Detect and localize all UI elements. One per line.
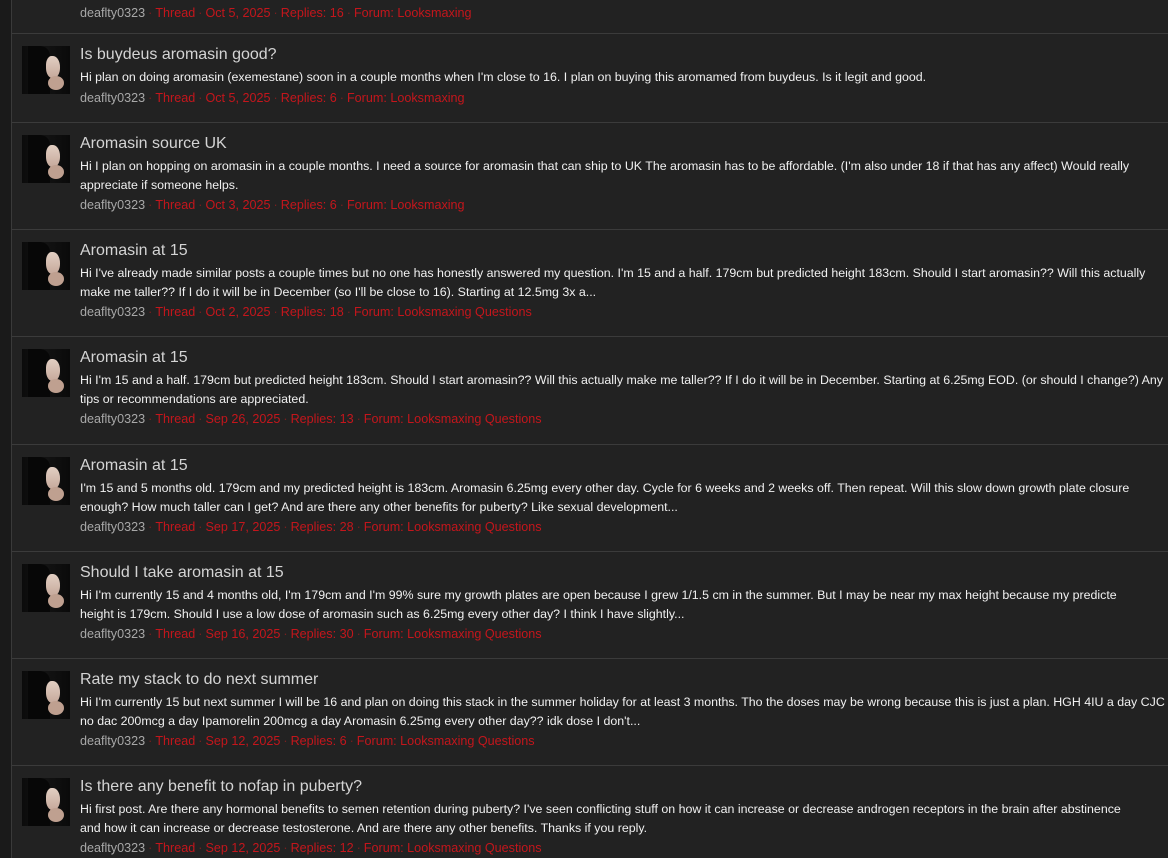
snippet-line: Hi I'm currently 15 and 4 months old, I'… xyxy=(80,588,1117,602)
post-date: Oct 2, 2025 xyxy=(205,305,271,319)
content-type: Thread xyxy=(155,90,196,105)
content-type: Thread xyxy=(155,198,196,212)
forum-link[interactable]: Forum: Looksmaxing xyxy=(347,91,465,105)
author-link[interactable]: deaflty0323 xyxy=(80,198,145,212)
search-results-list: deaflty0323 · Thread · Oct 5, 2025 · Replies: … xyxy=(12,0,1168,858)
result-snippet: Hi I'm currently 15 but next summer I wi… xyxy=(80,695,1165,728)
result-item: Aromasin at 15 Hi I'm 15 and a half. 179… xyxy=(12,337,1168,445)
result-snippet: Hi I've already made similar posts a cou… xyxy=(80,266,1146,299)
result-meta: deaflty0323 · Thread · Oct 3, 2025 · Replies: … xyxy=(80,198,465,212)
author-link[interactable]: deaflty0323 xyxy=(80,412,145,426)
left-gutter xyxy=(0,0,12,858)
author-link[interactable]: deaflty0323 xyxy=(80,734,145,748)
avatar[interactable] xyxy=(22,242,70,290)
result-item: Rate my stack to do next summer Hi I'm c… xyxy=(12,659,1168,766)
author-link[interactable]: deaflty0323 xyxy=(80,520,145,534)
result-snippet: Hi plan on doing aromasin (exemestane) s… xyxy=(80,70,927,84)
reply-count: Replies: 18 xyxy=(280,305,344,319)
forum-link[interactable]: Forum: Looksmaxing Questions xyxy=(364,520,542,534)
result-meta: deaflty0323 · Thread · Sep 26, 2025 · Replies:… xyxy=(80,412,542,426)
post-date: Oct 5, 2025 xyxy=(205,6,271,20)
result-item: Is there any benefit to nofap in puberty… xyxy=(12,766,1168,858)
avatar[interactable] xyxy=(22,778,70,826)
author-link[interactable]: deaflty0323 xyxy=(80,91,145,105)
reply-count: Replies: 30 xyxy=(290,627,354,641)
result-meta: deaflty0323 · Thread · Oct 5, 2025 · Replies: … xyxy=(80,6,472,20)
result-item: Should I take aromasin at 15 Hi I'm curr… xyxy=(12,552,1168,659)
snippet-line: Hi first post. Are there any hormonal be… xyxy=(80,802,1121,816)
result-snippet: I'm 15 and 5 months old. 179cm and my pr… xyxy=(80,481,1130,514)
content-type: Thread xyxy=(155,734,196,748)
result-meta: deaflty0323 · Thread · Oct 5, 2025 · Replies: … xyxy=(80,90,465,105)
author-link[interactable]: deaflty0323 xyxy=(80,841,145,855)
snippet-line: height is 179cm. Should I use a low dose… xyxy=(80,606,685,621)
result-item: deaflty0323 · Thread · Oct 5, 2025 · Replies: … xyxy=(12,0,1168,34)
reply-count: Replies: 6 xyxy=(290,734,347,748)
forum-link[interactable]: Forum: Looksmaxing Questions xyxy=(364,412,542,426)
content-type: Thread xyxy=(155,841,196,855)
post-date: Sep 12, 2025 xyxy=(205,734,281,748)
result-title[interactable]: Is there any benefit to nofap in puberty… xyxy=(80,777,1168,797)
avatar[interactable] xyxy=(22,135,70,183)
result-item: Aromasin at 15 Hi I've already made simi… xyxy=(12,230,1168,337)
forum-link[interactable]: Forum: Looksmaxing xyxy=(354,6,472,20)
result-title[interactable]: Aromasin at 15 xyxy=(80,456,1168,476)
forum-link[interactable]: Forum: Looksmaxing Questions xyxy=(364,627,542,641)
content-type: Thread xyxy=(155,520,196,534)
content-type: Thread xyxy=(155,627,196,641)
author-link[interactable]: deaflty0323 xyxy=(80,627,145,641)
content-type: Thread xyxy=(155,412,196,426)
content-type: Thread xyxy=(155,305,196,319)
result-item: Aromasin source UK Hi I plan on hopping … xyxy=(12,123,1168,230)
result-title[interactable]: Aromasin source UK xyxy=(80,134,1168,154)
reply-count: Replies: 12 xyxy=(290,841,354,855)
result-item: Aromasin at 15 I'm 15 and 5 months old. … xyxy=(12,445,1168,552)
result-meta: deaflty0323 · Thread · Oct 2, 2025 · Replies: … xyxy=(80,305,532,319)
forum-link[interactable]: Forum: Looksmaxing Questions xyxy=(357,734,535,748)
post-date: Oct 5, 2025 xyxy=(205,90,271,105)
result-meta: deaflty0323 · Thread · Sep 12, 2025 · Replies:… xyxy=(80,841,542,855)
forum-link[interactable]: Forum: Looksmaxing xyxy=(347,198,465,212)
avatar[interactable] xyxy=(22,564,70,612)
avatar[interactable] xyxy=(22,671,70,719)
forum-link[interactable]: Forum: Looksmaxing Questions xyxy=(364,841,542,855)
reply-count: Replies: 13 xyxy=(290,412,354,426)
reply-count: Replies: 6 xyxy=(280,198,337,212)
result-snippet: Hi first post. Are there any hormonal be… xyxy=(80,800,1168,837)
result-title[interactable]: Rate my stack to do next summer xyxy=(80,670,1168,690)
result-snippet: Hi I plan on hopping on aromasin in a co… xyxy=(80,159,1130,192)
author-link[interactable]: deaflty0323 xyxy=(80,6,145,20)
post-date: Oct 3, 2025 xyxy=(205,198,271,212)
forum-link[interactable]: Forum: Looksmaxing Questions xyxy=(354,305,532,319)
post-date: Sep 16, 2025 xyxy=(205,627,281,641)
result-meta: deaflty0323 · Thread · Sep 12, 2025 · Replies:… xyxy=(80,734,535,748)
result-title[interactable]: Is buydeus aromasin good? xyxy=(80,45,1168,65)
avatar[interactable] xyxy=(22,46,70,94)
reply-count: Replies: 6 xyxy=(280,90,337,105)
avatar[interactable] xyxy=(22,457,70,505)
post-date: Sep 12, 2025 xyxy=(205,841,281,855)
content-type: Thread xyxy=(155,6,196,20)
reply-count: Replies: 28 xyxy=(290,520,354,534)
result-meta: deaflty0323 · Thread · Sep 16, 2025 · Replies:… xyxy=(80,627,542,641)
result-title[interactable]: Aromasin at 15 xyxy=(80,241,1168,261)
avatar[interactable] xyxy=(22,349,70,397)
result-meta: deaflty0323 · Thread · Sep 17, 2025 · Replies:… xyxy=(80,520,542,534)
reply-count: Replies: 16 xyxy=(280,6,344,20)
snippet-line: and how it can increase or decrease test… xyxy=(80,820,648,835)
post-date: Sep 26, 2025 xyxy=(205,412,281,426)
result-item: Is buydeus aromasin good? Hi plan on doi… xyxy=(12,34,1168,123)
result-title[interactable]: Should I take aromasin at 15 xyxy=(80,563,1168,583)
post-date: Sep 17, 2025 xyxy=(205,520,281,534)
result-snippet: Hi I'm 15 and a half. 179cm but predicte… xyxy=(80,373,1163,406)
author-link[interactable]: deaflty0323 xyxy=(80,305,145,319)
result-title[interactable]: Aromasin at 15 xyxy=(80,348,1168,368)
result-snippet: Hi I'm currently 15 and 4 months old, I'… xyxy=(80,586,1168,623)
